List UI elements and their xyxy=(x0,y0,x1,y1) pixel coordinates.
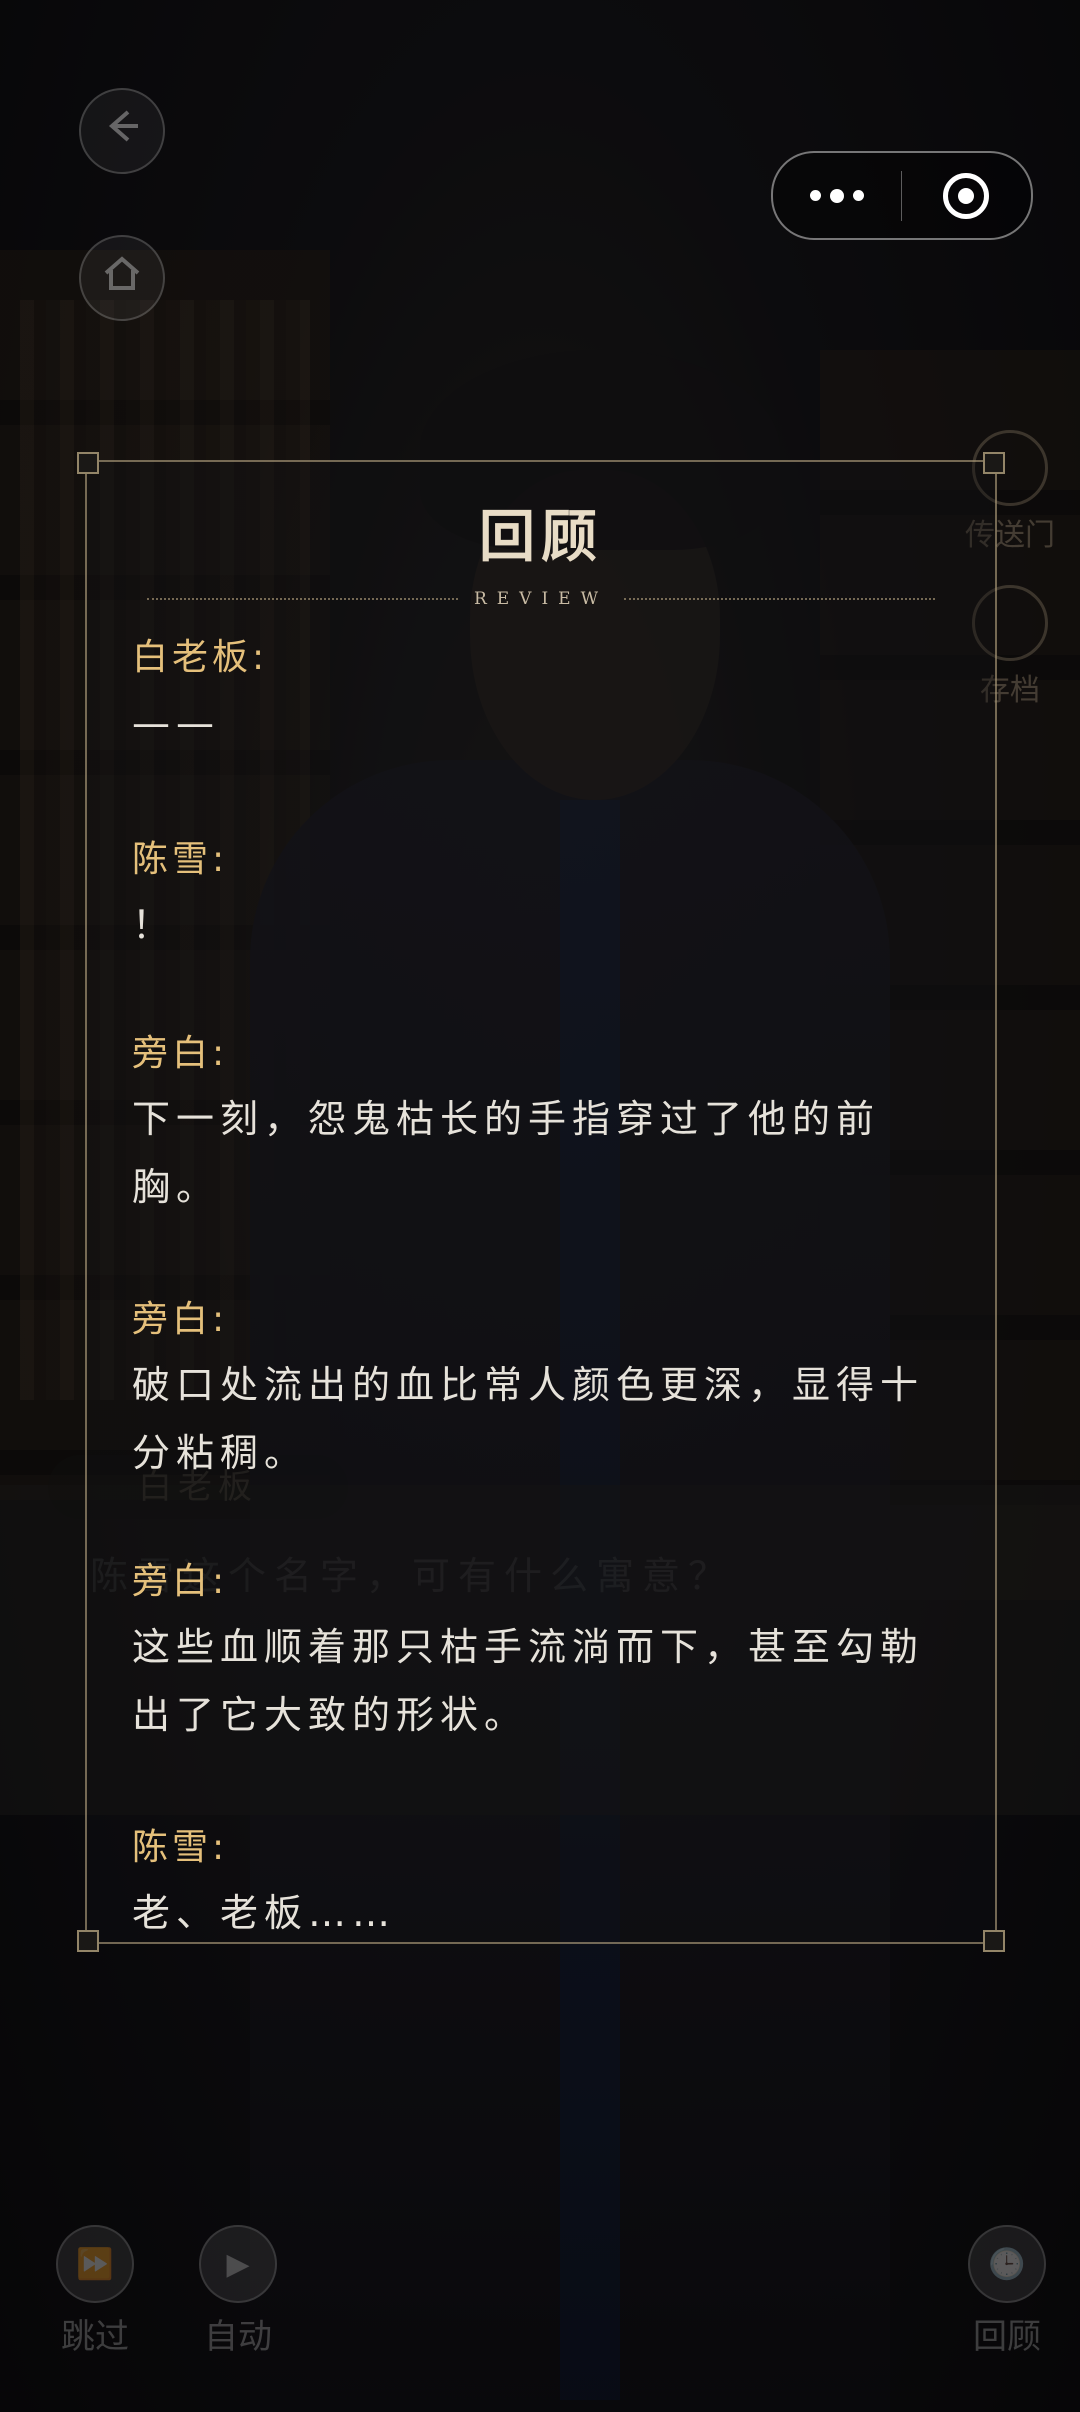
back-button[interactable] xyxy=(79,88,165,174)
more-dots-icon xyxy=(810,188,864,203)
dialog-line: ！ xyxy=(132,903,177,947)
dialog-line: 这些血顺着那只枯手流淌而下，甚至勾勒出了它大致的形状。 xyxy=(132,1625,925,1737)
skip-button[interactable]: ⏩ 跳过 xyxy=(40,2225,150,2358)
speaker-name: 旁白: xyxy=(132,1561,229,1602)
clock-icon: 🕒 xyxy=(968,2225,1046,2303)
dialog-line: 老、老板…… xyxy=(132,1891,397,1935)
review-button[interactable]: 🕒 回顾 xyxy=(952,2225,1062,2358)
dotted-divider xyxy=(147,598,458,600)
panel-corner-ornament xyxy=(983,452,1005,474)
review-panel[interactable]: 回顾 REVIEW 白老板: —— 陈雪: ！ 旁白: 下一刻，怨鬼枯长的手指穿… xyxy=(77,452,1005,1952)
dialog-line: 破口处流出的血比常人颜色更深，显得十分粘稠。 xyxy=(132,1363,925,1475)
speaker-name: 陈雪: xyxy=(132,1827,229,1868)
panel-corner-ornament xyxy=(77,452,99,474)
dialog-line: —— xyxy=(132,701,220,745)
miniprogram-capsule xyxy=(771,151,1033,240)
review-log[interactable]: 白老板: —— 陈雪: ！ 旁白: 下一刻，怨鬼枯长的手指穿过了他的前胸。 旁白… xyxy=(132,627,967,1947)
log-entry: 白老板: —— xyxy=(132,627,967,757)
panel-subtitle: REVIEW xyxy=(473,589,609,609)
dialog-line: 下一刻，怨鬼枯长的手指穿过了他的前胸。 xyxy=(132,1097,881,1209)
speaker-name: 白老板: xyxy=(132,637,269,678)
panel-subtitle-row: REVIEW xyxy=(147,584,935,614)
close-button[interactable] xyxy=(902,153,1030,238)
fast-forward-icon: ⏩ xyxy=(56,2225,134,2303)
home-button[interactable] xyxy=(79,235,165,321)
game-screen: 白老板 陈雪这个名字，可有什么寓意？ 传送门 存档 ⏩ 跳过 ▶ 自动 🕒 回顾… xyxy=(0,0,1080,2412)
skip-label: 跳过 xyxy=(61,2317,129,2357)
log-entry: 旁白: 下一刻，怨鬼枯长的手指穿过了他的前胸。 xyxy=(132,1023,967,1221)
speaker-name: 陈雪: xyxy=(132,839,229,880)
auto-label: 自动 xyxy=(204,2317,272,2357)
home-icon xyxy=(100,251,144,305)
speaker-name: 旁白: xyxy=(132,1033,229,1074)
log-entry: 旁白: 这些血顺着那只枯手流淌而下，甚至勾勒出了它大致的形状。 xyxy=(132,1551,967,1749)
dotted-divider xyxy=(624,598,935,600)
log-entry: 陈雪: 老、老板…… xyxy=(132,1817,967,1947)
play-icon: ▶ xyxy=(199,2225,277,2303)
panel-corner-ornament xyxy=(983,1930,1005,1952)
panel-corner-ornament xyxy=(77,1930,99,1952)
log-entry: 旁白: 破口处流出的血比常人颜色更深，显得十分粘稠。 xyxy=(132,1289,967,1487)
log-entry: 陈雪: ！ xyxy=(132,829,967,959)
review-label: 回顾 xyxy=(973,2317,1041,2357)
speaker-name: 旁白: xyxy=(132,1299,229,1340)
back-arrow-icon xyxy=(100,104,144,158)
auto-button[interactable]: ▶ 自动 xyxy=(183,2225,293,2358)
more-button[interactable] xyxy=(773,153,901,238)
target-circle-icon xyxy=(943,172,989,219)
panel-title: 回顾 xyxy=(479,504,603,570)
